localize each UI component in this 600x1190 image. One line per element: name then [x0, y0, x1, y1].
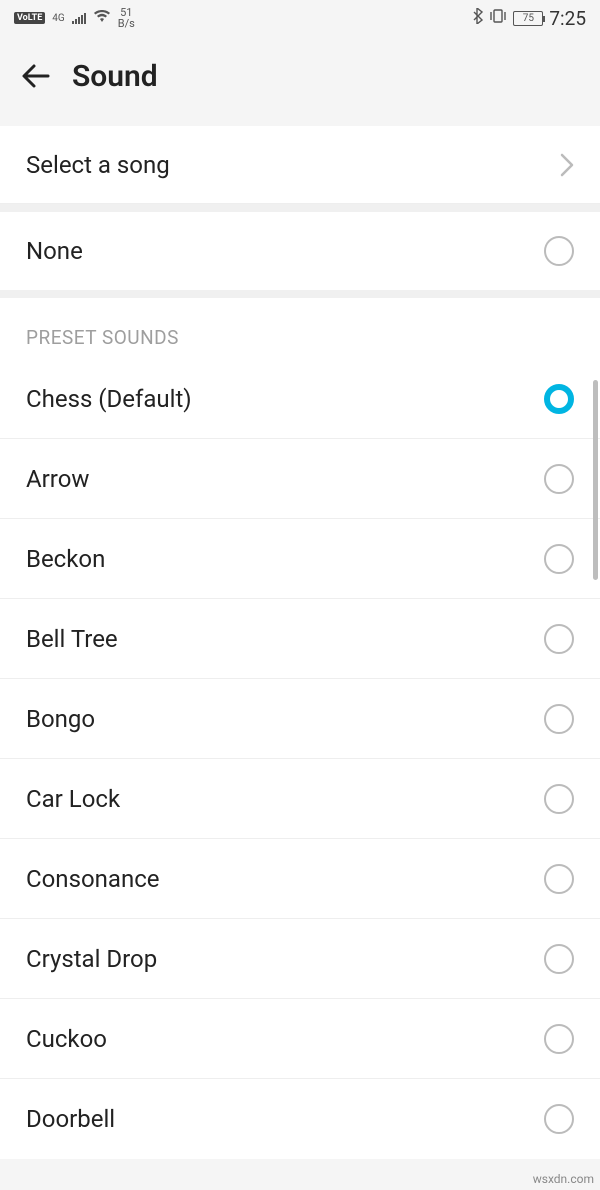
net-speed: 51 B/s — [118, 7, 135, 29]
app-header: Sound — [0, 36, 600, 126]
status-bar: VoLTE 4G 51 B/s 75 7:25 — [0, 0, 600, 36]
preset-item-label: Arrow — [26, 465, 89, 493]
arrow-left-icon — [20, 60, 52, 92]
preset-item-label: Consonance — [26, 865, 160, 893]
preset-item-label: Doorbell — [26, 1105, 115, 1133]
preset-item[interactable]: Crystal Drop — [0, 919, 600, 999]
battery-level: 75 — [523, 13, 534, 24]
preset-item[interactable]: Consonance — [0, 839, 600, 919]
clock: 7:25 — [549, 7, 586, 30]
preset-item[interactable]: Car Lock — [0, 759, 600, 839]
preset-item-label: Bongo — [26, 705, 95, 733]
volte-badge: VoLTE — [14, 12, 45, 24]
status-left: VoLTE 4G 51 B/s — [14, 7, 135, 29]
preset-item-label: Beckon — [26, 545, 105, 573]
preset-item[interactable]: Bongo — [0, 679, 600, 759]
preset-item[interactable]: Beckon — [0, 519, 600, 599]
vibrate-icon — [489, 8, 507, 28]
speed-unit: B/s — [118, 18, 135, 29]
preset-section-header: PRESET SOUNDS — [0, 298, 600, 359]
radio-button[interactable] — [544, 464, 574, 494]
preset-item[interactable]: Doorbell — [0, 1079, 600, 1159]
preset-item[interactable]: Chess (Default) — [0, 359, 600, 439]
signal-bars-icon — [72, 12, 86, 24]
none-option-row[interactable]: None — [0, 212, 600, 290]
wifi-icon — [93, 9, 111, 27]
radio-button[interactable] — [544, 384, 574, 414]
section-gap — [0, 204, 600, 212]
radio-button[interactable] — [544, 944, 574, 974]
page-title: Sound — [72, 59, 158, 94]
watermark: wsxdn.com — [533, 1172, 594, 1186]
radio-button[interactable] — [544, 864, 574, 894]
scrollbar[interactable] — [593, 380, 598, 580]
radio-button[interactable] — [544, 624, 574, 654]
preset-list: PRESET SOUNDS Chess (Default) Arrow Beckon… — [0, 298, 600, 1159]
radio-button[interactable] — [544, 544, 574, 574]
radio-button[interactable] — [544, 1024, 574, 1054]
section-gap — [0, 290, 600, 298]
preset-item-label: Cuckoo — [26, 1025, 107, 1053]
preset-item[interactable]: Bell Tree — [0, 599, 600, 679]
radio-button[interactable] — [544, 1104, 574, 1134]
preset-item-label: Bell Tree — [26, 625, 118, 653]
back-button[interactable] — [16, 56, 56, 96]
radio-button[interactable] — [544, 704, 574, 734]
network-label: 4G — [52, 13, 64, 24]
radio-button[interactable] — [544, 236, 574, 266]
battery-icon: 75 — [513, 11, 543, 26]
preset-item-label: Car Lock — [26, 785, 120, 813]
status-right: 75 7:25 — [472, 7, 586, 30]
select-song-label: Select a song — [26, 151, 170, 179]
select-song-row[interactable]: Select a song — [0, 126, 600, 204]
bluetooth-icon — [472, 8, 483, 28]
preset-item-label: Crystal Drop — [26, 945, 157, 973]
preset-item[interactable]: Cuckoo — [0, 999, 600, 1079]
preset-item-label: Chess (Default) — [26, 385, 192, 413]
none-label: None — [26, 237, 83, 265]
preset-item[interactable]: Arrow — [0, 439, 600, 519]
radio-button[interactable] — [544, 784, 574, 814]
chevron-right-icon — [560, 153, 574, 177]
